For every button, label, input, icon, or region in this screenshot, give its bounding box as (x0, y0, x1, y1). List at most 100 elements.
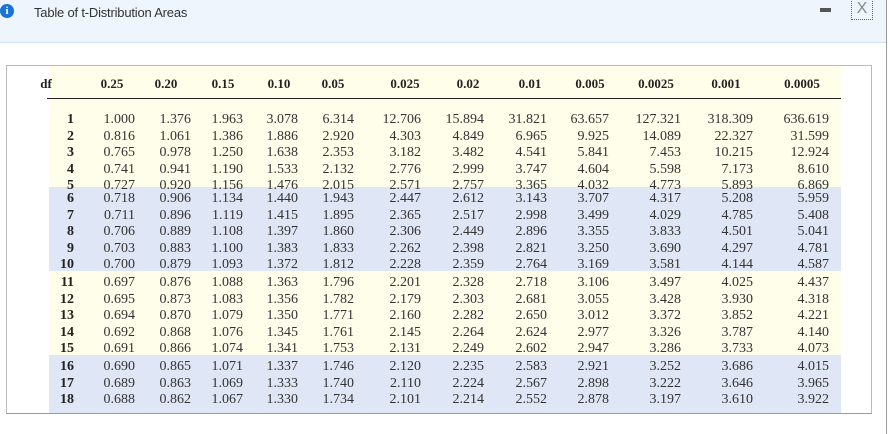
df-cell: 6 (67, 191, 74, 206)
table-cell: 3.355 (577, 224, 610, 240)
column-header: 0.15 (211, 76, 235, 91)
table-cell: 3.852 (721, 308, 754, 324)
table-cell: 2.977 (577, 324, 610, 340)
table-cell: 1.753 (322, 341, 355, 357)
table-cell: 2.303 (452, 291, 485, 307)
df-cell: 15 (60, 341, 74, 357)
table-cell: 2.449 (452, 224, 485, 240)
table-cell: 3.252 (649, 359, 682, 374)
df-cell: 18 (60, 392, 74, 408)
table-cell: 2.132 (322, 161, 355, 177)
table-cell: 2.718 (515, 275, 548, 290)
table-cell: 2.328 (452, 275, 485, 290)
table-cell: 3.250 (577, 240, 610, 256)
table-cell: 4.541 (515, 145, 548, 161)
df-cell: 17 (60, 375, 74, 391)
window-edge (886, 0, 887, 434)
table-cell: 1.746 (322, 359, 355, 374)
table-cell: 2.567 (515, 375, 548, 391)
table-cell: 2.447 (389, 191, 422, 206)
table-cell: 5.598 (649, 161, 682, 177)
table-cell: 4.029 (649, 207, 682, 223)
table-cell: 4.140 (797, 324, 830, 340)
df-cell: 12 (60, 291, 74, 307)
df-cell: 16 (60, 359, 74, 374)
table-cell: 2.999 (452, 161, 485, 177)
table-cell: 3.930 (721, 291, 754, 307)
dialog-titlebar: i Table of t-Distribution Areas X (0, 0, 886, 43)
table-cell: 5.841 (577, 145, 610, 161)
table-cell: 3.733 (721, 341, 754, 357)
table-cell: 4.785 (721, 207, 754, 223)
table-cell: 2.214 (452, 392, 485, 408)
table-cell: 2.101 (389, 392, 422, 408)
table-cell: 2.249 (452, 341, 485, 357)
table-cell: 3.965 (797, 375, 830, 391)
table-cell: 2.110 (390, 375, 421, 391)
table-cell: 4.849 (452, 128, 485, 144)
table-cell: 6.965 (515, 128, 548, 144)
column-header: 0.0005 (784, 76, 820, 91)
table-cell: 2.896 (515, 224, 548, 240)
table-cell: 7.453 (649, 145, 682, 161)
table-cell: 8.610 (797, 161, 830, 177)
table-cell: 4.025 (721, 275, 754, 290)
table-cell: 1.771 (322, 308, 355, 324)
table-cell: 2.201 (389, 275, 422, 290)
table-cell: 10.215 (714, 145, 754, 161)
table-cell: 5.041 (797, 224, 830, 240)
column-header: 0.001 (711, 76, 741, 91)
table-cell: 14.089 (642, 128, 682, 144)
table-cell: 3.372 (649, 308, 682, 324)
table-cell: 1.833 (322, 240, 355, 256)
df-cell: 3 (67, 145, 74, 161)
table-cell: 4.317 (649, 191, 682, 206)
table-cell: 2.224 (452, 375, 485, 391)
table-cell: 3.787 (721, 324, 754, 340)
column-header: df (40, 76, 52, 91)
table-cell: 2.235 (452, 359, 485, 374)
table-cell: 2.602 (515, 341, 548, 357)
table-cell: 4.437 (797, 275, 830, 290)
table-cell: 3.222 (649, 375, 682, 391)
table-cell: 4.501 (721, 224, 754, 240)
table-cell: 1.782 (322, 291, 355, 307)
table-cell: 2.947 (577, 341, 610, 357)
dialog-title: Table of t-Distribution Areas (34, 5, 188, 20)
table-cell: 4.318 (797, 291, 830, 307)
table-cell: 4.073 (797, 341, 830, 357)
table-cell: 2.120 (389, 359, 422, 374)
table-cell: 2.776 (389, 161, 422, 177)
table-cell: 22.327 (714, 128, 754, 144)
df-cell: 8 (67, 224, 74, 240)
table-cell: 1.761 (322, 324, 355, 340)
table-cell: 2.359 (452, 257, 485, 273)
table-cell: 4.587 (797, 257, 830, 273)
table-cell: 31.599 (790, 128, 830, 144)
table-cell: 6.314 (322, 112, 355, 127)
minimize-button[interactable] (820, 8, 831, 12)
table-cell: 2.228 (389, 257, 422, 273)
table-cell: 1.740 (322, 375, 355, 391)
table-cell: 2.398 (452, 240, 485, 256)
table-cell: 3.646 (721, 375, 754, 391)
table-cell: 12.924 (790, 145, 830, 161)
df-cell: 1 (67, 112, 74, 127)
table-cell: 3.922 (797, 392, 830, 408)
table-cell: 5.208 (721, 191, 754, 206)
table-cell: 2.353 (322, 145, 355, 161)
table-cell: 3.197 (649, 392, 682, 408)
column-header: 0.0025 (638, 76, 674, 91)
df-cell: 2 (67, 128, 74, 144)
table-cell: 5.959 (797, 191, 830, 206)
column-header: 0.025 (390, 76, 420, 91)
table-cell: 4.604 (577, 161, 610, 177)
table-cell: 4.781 (797, 240, 830, 256)
table-cell: 2.179 (389, 291, 422, 307)
table-cell: 31.821 (508, 112, 548, 127)
column-header: 0.01 (518, 76, 542, 91)
table-cell: 2.998 (515, 207, 548, 223)
close-button[interactable]: X (851, 0, 873, 20)
table-cell: 63.657 (570, 112, 610, 127)
table-cell: 127.321 (635, 112, 682, 127)
